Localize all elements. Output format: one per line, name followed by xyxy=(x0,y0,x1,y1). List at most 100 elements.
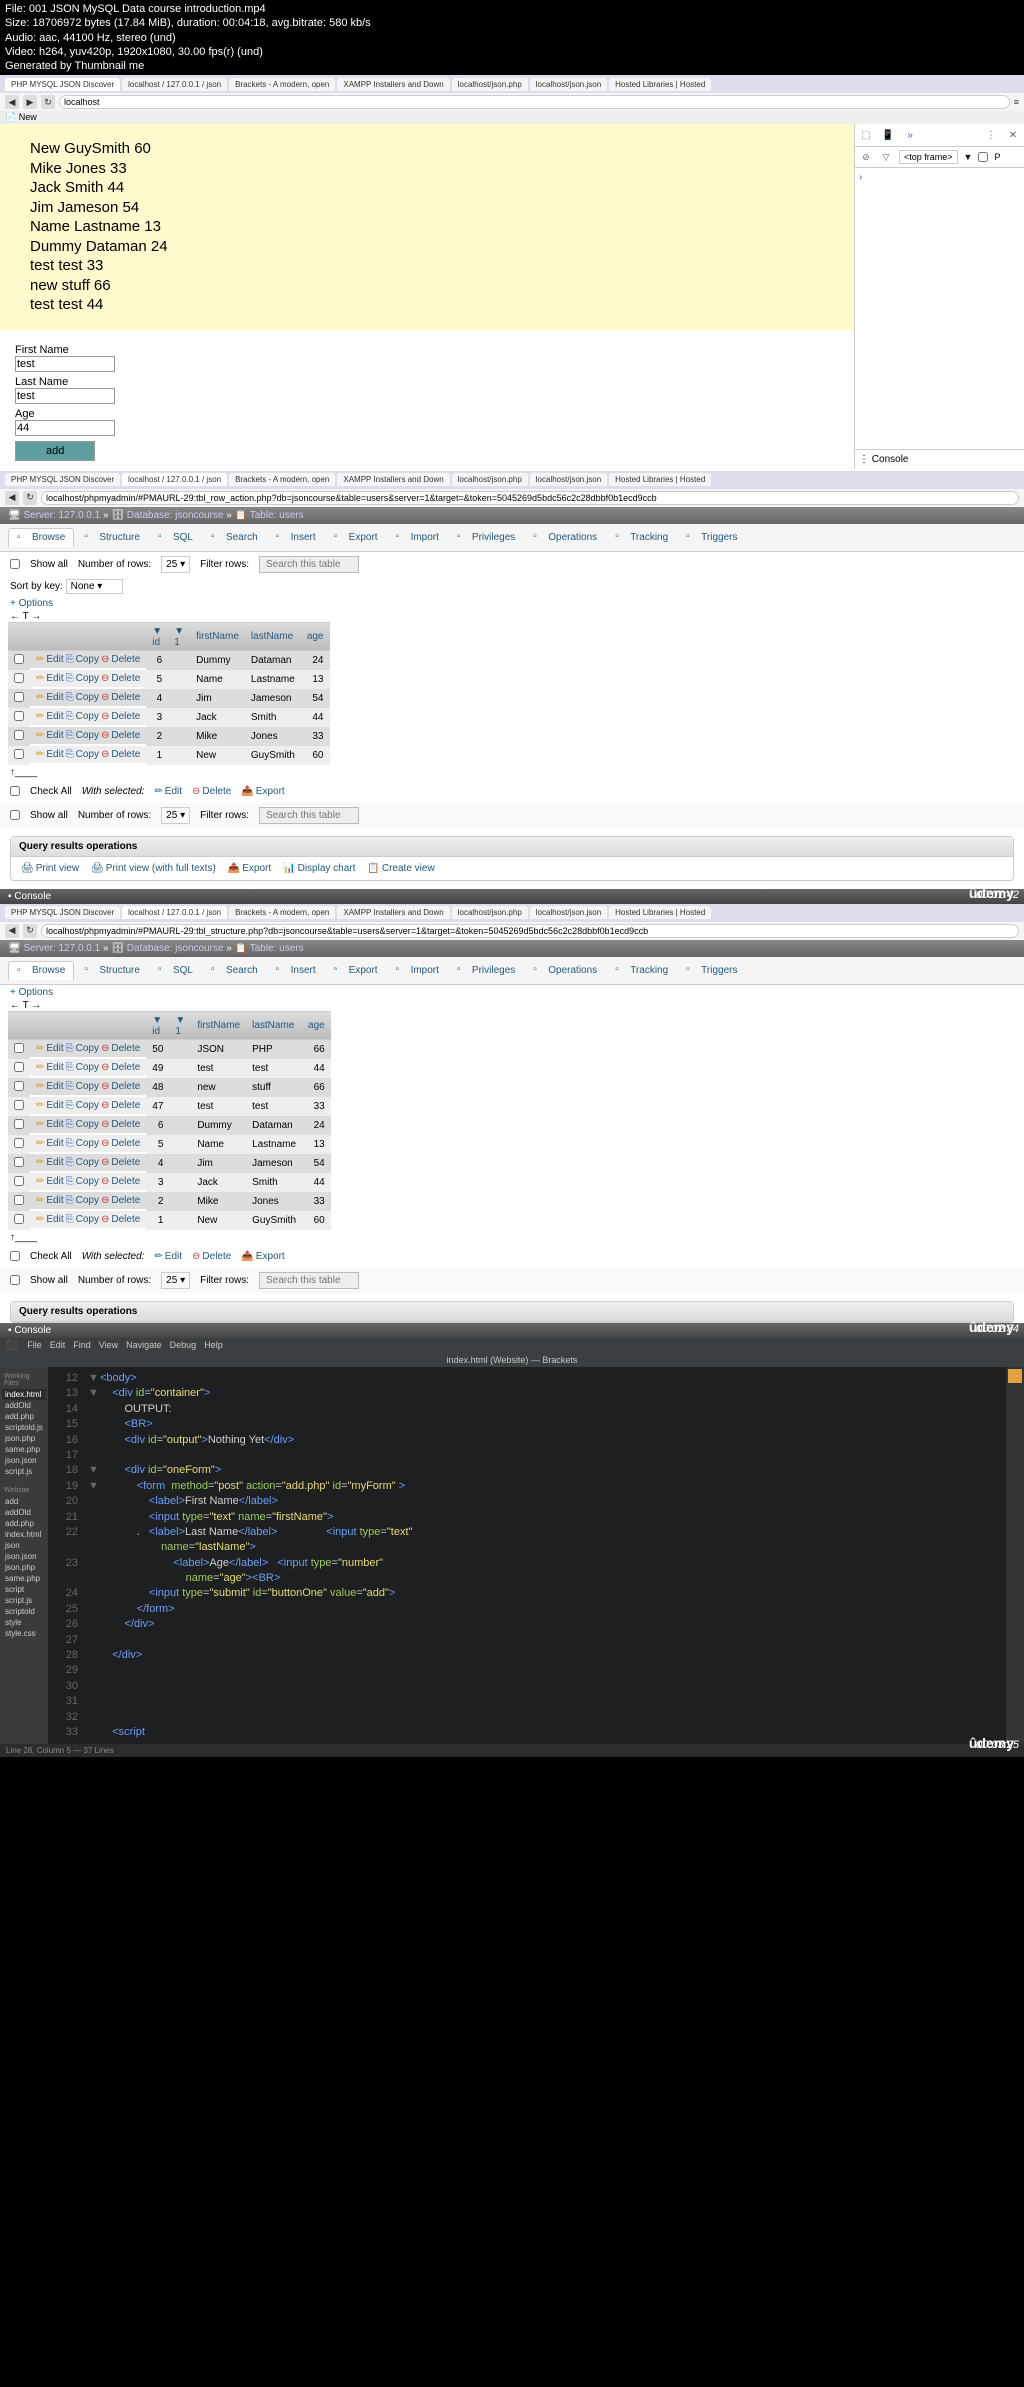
code-line[interactable]: 31 xyxy=(48,1694,1006,1709)
edit-link[interactable]: ✏ Edit xyxy=(36,1081,64,1092)
menu-view[interactable]: View xyxy=(99,1340,118,1350)
filter-icon[interactable]: ▽ xyxy=(879,150,893,164)
row-check[interactable] xyxy=(14,1214,24,1224)
delete-link[interactable]: ⊖ Delete xyxy=(101,749,140,760)
code-line[interactable]: name="age"><BR> xyxy=(48,1571,1006,1586)
delete-link[interactable]: ⊖ Delete xyxy=(101,1214,140,1225)
edit-link[interactable]: ✏ Edit xyxy=(36,673,64,684)
code-line[interactable]: 21 <input type="text" name="firstName"> xyxy=(48,1510,1006,1525)
code-line[interactable]: 15 <BR> xyxy=(48,1417,1006,1432)
code-line[interactable]: 16 <div id="output">Nothing Yet</div> xyxy=(48,1433,1006,1448)
pma-tab-import[interactable]: ▫Import xyxy=(388,961,447,980)
row-check[interactable] xyxy=(14,1176,24,1186)
browser-tab[interactable]: Hosted Libraries | Hosted xyxy=(609,473,711,486)
edit-link[interactable]: ✏ Edit xyxy=(36,1062,64,1073)
row-check[interactable] xyxy=(14,1157,24,1167)
print-link[interactable]: 🖨 Print view xyxy=(21,863,79,874)
pma-tab-privileges[interactable]: ▫Privileges xyxy=(449,528,523,547)
col-ln[interactable]: lastName xyxy=(246,1011,302,1040)
browser-tab[interactable]: Brackets - A modern, open xyxy=(229,473,335,486)
pma-tab-sql[interactable]: ▫SQL xyxy=(150,961,201,980)
code-line[interactable]: 19▼ <form method="post" action="add.php"… xyxy=(48,1479,1006,1494)
filter-input-3[interactable] xyxy=(259,1272,359,1289)
preserve-checkbox[interactable] xyxy=(978,152,988,162)
col-ln[interactable]: lastName xyxy=(245,622,301,651)
file-item[interactable]: json.json xyxy=(2,1551,46,1562)
options-link[interactable]: + Options xyxy=(0,596,1024,611)
pma-console[interactable]: ▪ Console xyxy=(0,889,1024,904)
file-item[interactable]: scriptold xyxy=(2,1606,46,1617)
edit-link[interactable]: ✏ Edit xyxy=(36,654,64,665)
code-editor[interactable]: 12▼<body>13▼ <div id="container">14 OUTP… xyxy=(48,1367,1006,1744)
close-icon[interactable]: ✕ xyxy=(1006,128,1020,142)
db-link[interactable]: Database: jsoncourse xyxy=(127,510,224,521)
filter-input[interactable] xyxy=(259,556,359,573)
edit-link[interactable]: ✏ Edit xyxy=(36,1138,64,1149)
row-check[interactable] xyxy=(14,692,24,702)
delete-link[interactable]: ⊖ Delete xyxy=(101,711,140,722)
row-check[interactable] xyxy=(14,749,24,759)
pma-tab-insert[interactable]: ▫Insert xyxy=(268,528,324,547)
row-check[interactable] xyxy=(14,1195,24,1205)
pma-tab-triggers[interactable]: ▫Triggers xyxy=(678,528,745,547)
checkall-check-2[interactable] xyxy=(10,1251,20,1261)
edit-link[interactable]: ✏ Edit xyxy=(36,1157,64,1168)
browser-tab[interactable]: PHP MYSQL JSON Discover xyxy=(5,78,120,91)
copy-link[interactable]: ⎘ Copy xyxy=(66,1100,99,1111)
edit-link[interactable]: ✏ Edit xyxy=(36,730,64,741)
export-link[interactable]: 📤 Export xyxy=(228,863,271,874)
code-line[interactable]: 28 </div> xyxy=(48,1648,1006,1663)
browser-tab[interactable]: PHP MYSQL JSON Discover xyxy=(5,473,120,486)
copy-link[interactable]: ⎘ Copy xyxy=(66,654,99,665)
code-line[interactable]: 22 . <label>Last Name</label> <input typ… xyxy=(48,1525,1006,1540)
delete-link[interactable]: ⊖ Delete xyxy=(101,692,140,703)
copy-link[interactable]: ⎘ Copy xyxy=(66,1138,99,1149)
file-item[interactable]: json.json xyxy=(2,1455,46,1466)
copy-link[interactable]: ⎘ Copy xyxy=(66,1214,99,1225)
browser-tab[interactable]: localhost/json.json xyxy=(530,473,607,486)
checkall-check[interactable] xyxy=(10,786,20,796)
file-item[interactable]: scriptold.js xyxy=(2,1422,46,1433)
reload-icon[interactable]: ↻ xyxy=(23,924,37,938)
file-item[interactable]: index.html xyxy=(2,1389,46,1400)
pma-tab-structure[interactable]: ▫Structure xyxy=(76,528,148,547)
delete-link[interactable]: ⊖ Delete xyxy=(101,730,140,741)
options-link-2[interactable]: + Options xyxy=(0,985,1024,1000)
browser-tab[interactable]: localhost / 127.0.0.1 / json xyxy=(122,473,227,486)
menu-find[interactable]: Find xyxy=(73,1340,91,1350)
more-tabs-icon[interactable]: » xyxy=(903,128,917,142)
copy-link[interactable]: ⎘ Copy xyxy=(66,1081,99,1092)
bulk-delete-2[interactable]: ⊖ Delete xyxy=(192,1251,231,1262)
row-check[interactable] xyxy=(14,1138,24,1148)
menu-debug[interactable]: Debug xyxy=(170,1340,197,1350)
row-check[interactable] xyxy=(14,1081,24,1091)
pma-tab-insert[interactable]: ▫Insert xyxy=(268,961,324,980)
live-preview-icon[interactable] xyxy=(1008,1369,1022,1383)
delete-link[interactable]: ⊖ Delete xyxy=(101,1119,140,1130)
row-check[interactable] xyxy=(14,711,24,721)
pma-tab-export[interactable]: ▫Export xyxy=(326,961,386,980)
edit-link[interactable]: ✏ Edit xyxy=(36,1119,64,1130)
col-fn[interactable]: firstName xyxy=(191,1011,246,1040)
browser-tab[interactable]: localhost / 127.0.0.1 / json xyxy=(122,78,227,91)
file-item[interactable]: add.php xyxy=(2,1411,46,1422)
menu-navigate[interactable]: Navigate xyxy=(126,1340,162,1350)
col-fn[interactable]: firstName xyxy=(190,622,245,651)
filter-input-2[interactable] xyxy=(259,807,359,824)
file-item[interactable]: script.js xyxy=(2,1595,46,1606)
dropdown-icon[interactable]: ▼ xyxy=(964,152,973,162)
table-link[interactable]: Table: users xyxy=(250,510,304,521)
device-icon[interactable]: 📱 xyxy=(881,128,895,142)
delete-link[interactable]: ⊖ Delete xyxy=(101,1176,140,1187)
pma-tab-tracking[interactable]: ▫Tracking xyxy=(607,961,676,980)
row-check[interactable] xyxy=(14,654,24,664)
menu-file[interactable]: File xyxy=(27,1340,42,1350)
code-line[interactable]: 33 <script xyxy=(48,1725,1006,1740)
inspect-icon[interactable]: ⬚ xyxy=(859,128,873,142)
firstname-input[interactable] xyxy=(15,356,115,372)
col-id[interactable]: ▼ id xyxy=(146,1011,169,1040)
table-link[interactable]: Table: users xyxy=(250,943,304,954)
sort-select[interactable]: None ▾ xyxy=(66,579,124,594)
pma-tab-search[interactable]: ▫Search xyxy=(203,961,266,980)
bulk-edit-2[interactable]: ✏ Edit xyxy=(154,1251,182,1262)
